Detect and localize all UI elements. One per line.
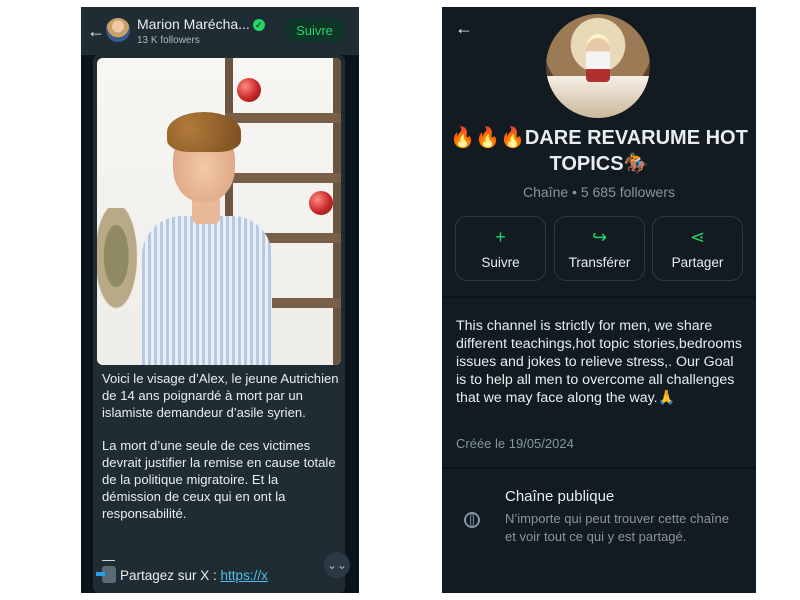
back-arrow-icon[interactable]: ←	[87, 22, 105, 40]
share-prefix: Partagez sur X :	[120, 568, 221, 583]
share-icon: ⋖	[689, 227, 706, 247]
separator: —	[102, 552, 115, 567]
message-paragraph: Voici le visage d’Alex, le jeune Autrich…	[102, 371, 339, 420]
channel-info-panel: ← 🔥🔥🔥DARE REVARUME HOT TOPICS🏇 Chaîne • …	[442, 7, 756, 593]
forward-icon: ↪	[591, 227, 608, 247]
divider	[442, 296, 756, 298]
action-label: Suivre	[481, 255, 520, 270]
globe-icon	[464, 512, 480, 528]
ornament	[309, 191, 333, 215]
message-photo[interactable]	[97, 58, 341, 365]
scroll-down-button[interactable]: ⌄⌄	[324, 552, 350, 578]
ornament	[237, 78, 261, 102]
channel-name[interactable]: Marion Maréchа... ✓	[137, 16, 265, 32]
follow-button[interactable]: Suivre	[284, 18, 345, 43]
action-label: Transférer	[568, 255, 631, 270]
message-text: Voici le visage d’Alex, le jeune Autrich…	[102, 370, 340, 538]
action-label: Partager	[671, 255, 724, 270]
forward-action-button[interactable]: ↪ Transférer	[554, 216, 645, 281]
phone-arrow-icon	[96, 566, 116, 583]
channel-name-text: Marion Maréchа...	[137, 16, 250, 32]
share-action-button[interactable]: ⋖ Partager	[652, 216, 743, 281]
channel-description: This channel is strictly for men, we sha…	[456, 318, 743, 406]
plus-icon: +	[495, 227, 506, 247]
back-arrow-icon[interactable]: ←	[455, 19, 473, 37]
chat-header: ← Marion Maréchа... ✓ 13 K followers Suiv…	[81, 7, 359, 55]
channel-avatar[interactable]	[546, 14, 650, 118]
divider	[442, 467, 756, 469]
follow-action-button[interactable]: + Suivre	[455, 216, 546, 281]
channel-title: 🔥🔥🔥DARE REVARUME HOT TOPICS🏇	[450, 127, 748, 175]
message-bubble: Voici le visage d’Alex, le jeune Autrich…	[93, 55, 345, 593]
share-line: Partagez sur X : https://x	[96, 566, 268, 583]
message-paragraph: La mort d’une seule de ces victimes devr…	[102, 438, 336, 521]
followers-count: 13 K followers	[137, 35, 200, 46]
share-link[interactable]: https://x	[221, 568, 268, 583]
channel-subtitle: Chaîne • 5 685 followers	[523, 184, 675, 200]
verified-icon: ✓	[252, 19, 265, 31]
public-channel-title: Chaîne publique	[505, 488, 615, 505]
created-date: Créée le 19/05/2024	[456, 436, 574, 451]
public-channel-description: N’importe qui peut trouver cette chaîne …	[505, 511, 730, 544]
channel-chat-panel: ← Marion Maréchа... ✓ 13 K followers Suiv…	[81, 7, 359, 593]
channel-avatar[interactable]	[106, 18, 130, 42]
